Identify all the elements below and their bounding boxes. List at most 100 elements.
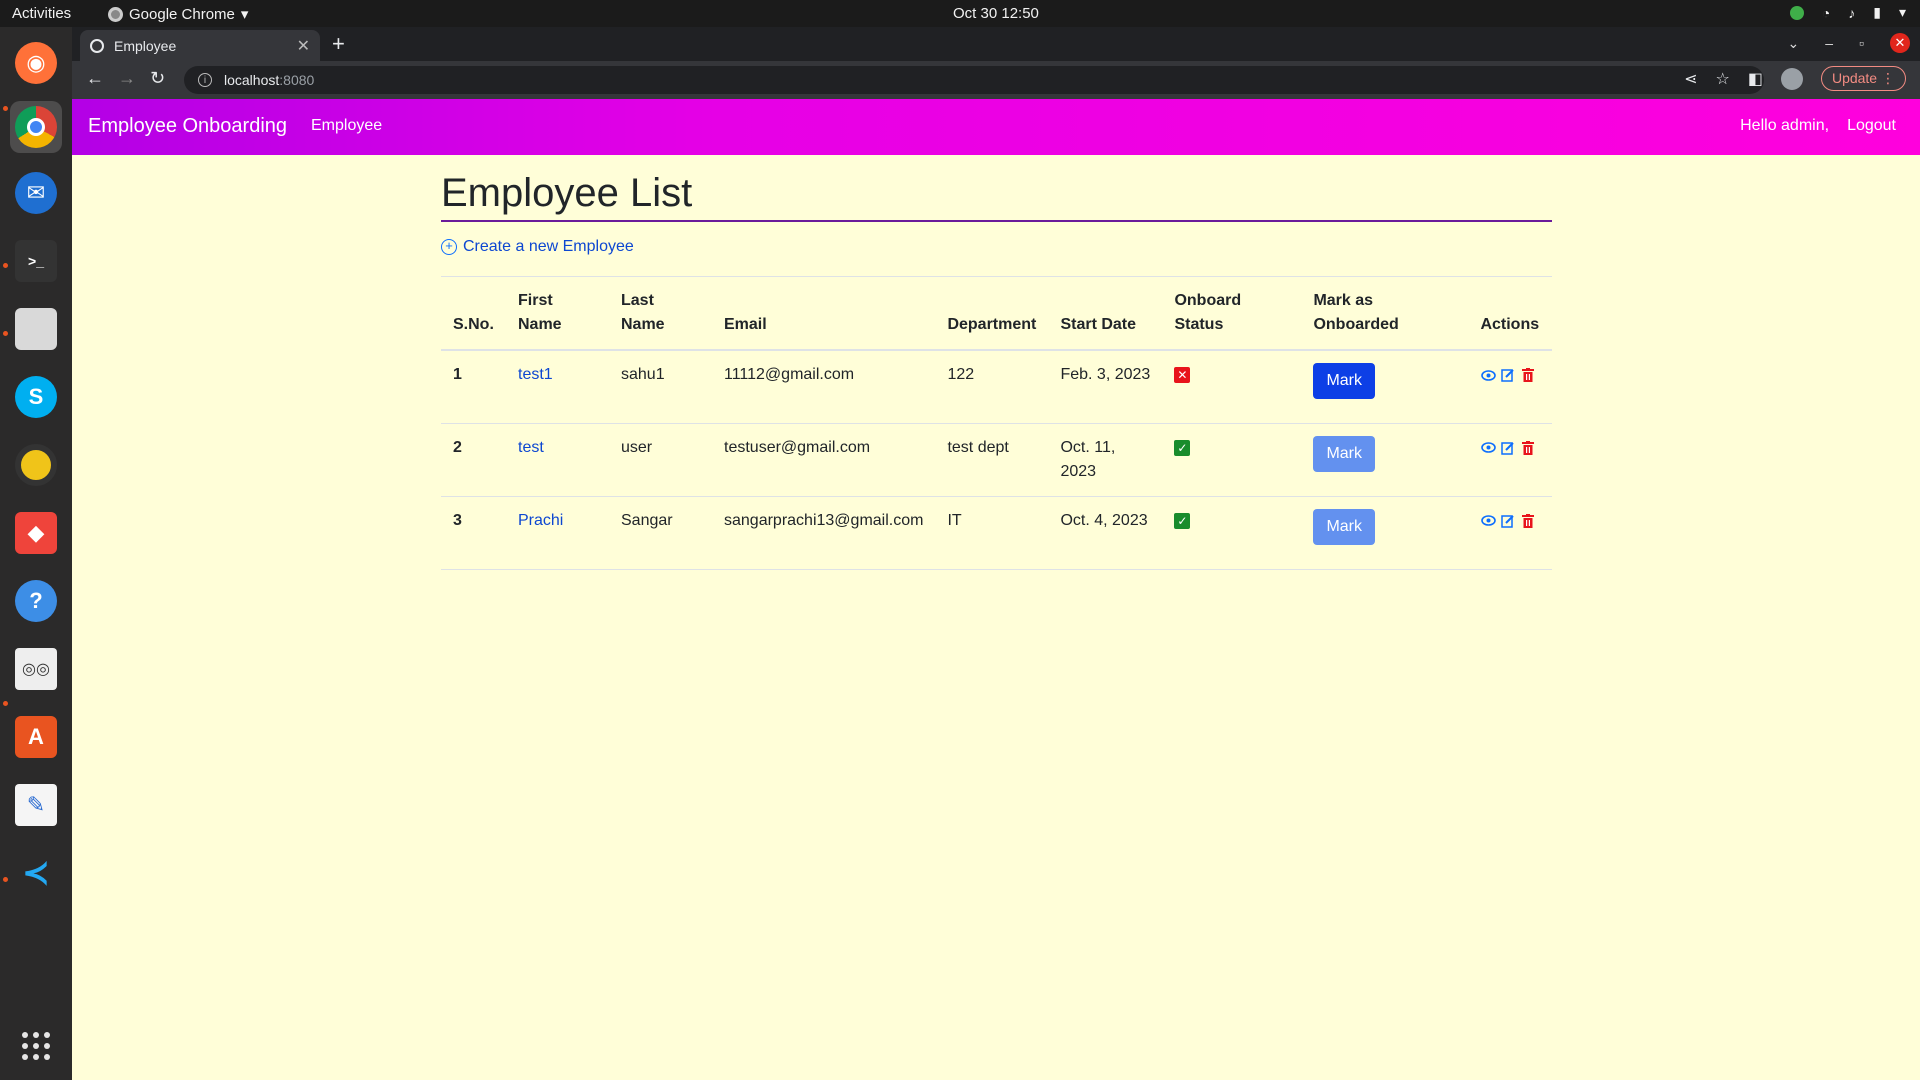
delete-trash-icon[interactable] — [1520, 513, 1536, 529]
cell-last-name: user — [609, 423, 712, 497]
employee-name-link[interactable]: test1 — [518, 366, 553, 383]
clock[interactable]: Oct 30 12:50 — [953, 5, 1039, 22]
table-row: 2 test user testuser@gmail.com test dept… — [441, 423, 1552, 497]
col-header-actions: Actions — [1468, 276, 1552, 351]
update-notifier-icon[interactable] — [1789, 5, 1804, 20]
main-content: Employee List + Create a new Employee S.… — [441, 171, 1552, 570]
table-row: 1 test1 sahu1 11112@gmail.com 122 Feb. 3… — [441, 350, 1552, 424]
running-indicator — [3, 263, 8, 268]
employee-name-link[interactable]: Prachi — [518, 512, 563, 529]
navbar-brand[interactable]: Employee Onboarding — [88, 115, 287, 138]
edit-icon[interactable] — [1500, 513, 1516, 529]
firefox-icon: ◉ — [15, 42, 57, 84]
create-employee-link[interactable]: + Create a new Employee — [441, 238, 1552, 256]
vscode-icon: ≺ — [21, 854, 51, 892]
dock-vscode[interactable]: ≺ — [10, 847, 62, 899]
cell-start-date: Oct. 11, 2023 — [1048, 423, 1163, 497]
col-header-sno: S.No. — [441, 276, 506, 351]
address-bar[interactable]: i localhost:8080 — [184, 66, 1764, 94]
system-top-bar: Activities Google Chrome ▾ Oct 30 12:50 … — [0, 0, 1920, 27]
dock-text-editor[interactable]: ✎ — [10, 779, 62, 831]
edit-icon[interactable] — [1500, 440, 1516, 456]
volume-icon: ♪ — [1848, 4, 1856, 21]
text-editor-icon: ✎ — [15, 784, 57, 826]
running-indicator — [3, 331, 8, 336]
page-title: Employee List — [441, 171, 1552, 222]
chrome-window: Employee ✕ + ⌄ – ▫ ✕ ← → ↻ i localhost:8… — [72, 27, 1920, 1080]
forward-button[interactable]: → — [118, 68, 136, 89]
close-tab-icon[interactable]: ✕ — [297, 36, 310, 56]
chevron-down-icon: ▾ — [240, 6, 249, 23]
back-button[interactable]: ← — [86, 68, 104, 89]
cell-mark: Mark — [1301, 496, 1469, 570]
cell-onboard-status: ✓ — [1162, 496, 1302, 570]
cell-first-name: test — [506, 423, 609, 497]
cell-mark: Mark — [1301, 350, 1469, 424]
delete-trash-icon[interactable] — [1520, 440, 1536, 456]
delete-trash-icon[interactable] — [1520, 367, 1536, 383]
reload-button[interactable]: ↻ — [150, 68, 165, 89]
software-center-icon: A — [15, 716, 57, 758]
employee-table: S.No. First Name Last Name Email Departm… — [441, 276, 1552, 570]
show-apps-button[interactable] — [10, 1020, 62, 1072]
dock-firefox[interactable]: ◉ — [10, 37, 62, 89]
rhythmbox-icon — [15, 444, 57, 486]
edit-icon[interactable] — [1500, 367, 1516, 383]
minimize-button[interactable]: – — [1825, 35, 1833, 51]
dock-skype[interactable]: S — [10, 371, 62, 423]
col-header-first-name: First Name — [506, 276, 609, 351]
new-tab-button[interactable]: + — [332, 31, 345, 57]
nav-link-employee[interactable]: Employee — [311, 117, 382, 135]
files-icon — [15, 308, 57, 350]
activities-button[interactable]: Activities — [12, 5, 71, 22]
logout-link[interactable]: Logout — [1847, 117, 1896, 135]
mark-onboarded-button[interactable]: Mark — [1313, 508, 1376, 545]
cell-start-date: Oct. 4, 2023 — [1048, 496, 1163, 570]
side-panel-icon[interactable]: ◧ — [1748, 69, 1763, 89]
view-eye-icon[interactable] — [1480, 513, 1496, 529]
profile-avatar[interactable] — [1780, 67, 1803, 90]
share-icon[interactable]: ⋖ — [1684, 69, 1697, 89]
wifi-icon: ◔ — [1821, 4, 1831, 21]
toolbar-right: ⋖ ☆ ◧ Update ⋮ — [1684, 66, 1906, 91]
dock-files[interactable] — [10, 303, 62, 355]
dock-anydesk[interactable]: ◆ — [10, 507, 62, 559]
dock-chrome[interactable] — [10, 101, 62, 153]
update-button[interactable]: Update ⋮ — [1820, 66, 1906, 91]
view-eye-icon[interactable] — [1480, 367, 1496, 383]
system-tray[interactable]: ◔ ♪ ▮ ▾ — [1789, 4, 1906, 21]
anydesk-icon: ◆ — [15, 512, 57, 554]
bookmark-star-icon[interactable]: ☆ — [1715, 69, 1729, 89]
navbar-user: Hello admin, Logout — [1740, 117, 1896, 135]
table-row: 3 Prachi Sangar sangarprachi13@gmail.com… — [441, 496, 1552, 570]
dock-document-viewer[interactable]: ◎◎ — [10, 643, 62, 695]
cell-actions — [1468, 496, 1552, 570]
view-eye-icon[interactable] — [1480, 440, 1496, 456]
cell-start-date: Feb. 3, 2023 — [1048, 350, 1163, 424]
cell-email: testuser@gmail.com — [712, 423, 936, 497]
employee-name-link[interactable]: test — [518, 439, 544, 456]
dock-software[interactable]: A — [10, 711, 62, 763]
running-indicator — [3, 877, 8, 882]
tab-strip: Employee ✕ + ⌄ – ▫ ✕ — [72, 27, 1920, 61]
app-menu[interactable]: Google Chrome ▾ — [108, 5, 248, 23]
cell-email: sangarprachi13@gmail.com — [712, 496, 936, 570]
mark-onboarded-button[interactable]: Mark — [1313, 363, 1376, 399]
maximize-button[interactable]: ▫ — [1859, 35, 1864, 51]
apps-grid-icon — [22, 1032, 50, 1060]
cell-onboard-status: ✓ — [1162, 423, 1302, 497]
dock-rhythmbox[interactable] — [10, 439, 62, 491]
create-employee-label: Create a new Employee — [463, 238, 634, 255]
dock: ◉ ✉ >_ S ◆ ? ◎◎ A ✎ ≺ — [0, 27, 72, 1080]
not-onboarded-icon: ✕ — [1174, 367, 1191, 383]
battery-icon: ▮ — [1873, 4, 1881, 20]
dock-help[interactable]: ? — [10, 575, 62, 627]
dock-thunderbird[interactable]: ✉ — [10, 167, 62, 219]
mark-onboarded-button[interactable]: Mark — [1313, 435, 1376, 472]
tab-search-icon[interactable]: ⌄ — [1788, 35, 1800, 52]
dock-terminal[interactable]: >_ — [10, 235, 62, 287]
table-header-row: S.No. First Name Last Name Email Departm… — [441, 276, 1552, 351]
site-info-icon[interactable]: i — [198, 73, 212, 87]
browser-tab[interactable]: Employee ✕ — [80, 30, 320, 61]
close-window-button[interactable]: ✕ — [1890, 33, 1910, 53]
